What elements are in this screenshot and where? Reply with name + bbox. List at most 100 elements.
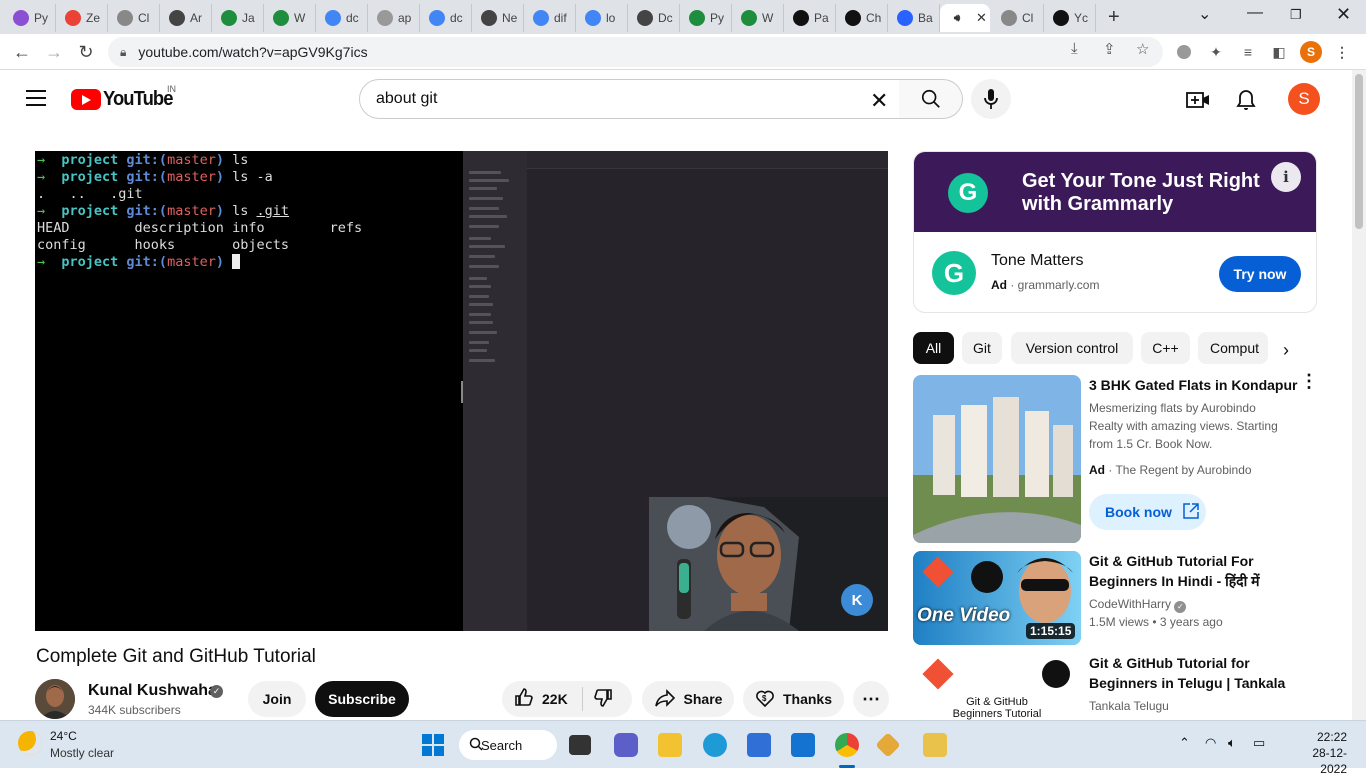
search-input[interactable]: about git bbox=[359, 79, 900, 119]
browser-tab[interactable]: Ja bbox=[212, 4, 264, 32]
create-video-icon[interactable] bbox=[1186, 88, 1210, 112]
close-tab-icon[interactable]: ✕ bbox=[976, 10, 987, 26]
chip-all[interactable]: All bbox=[913, 332, 954, 364]
thumbs-down-icon[interactable] bbox=[593, 688, 613, 711]
like-count[interactable]: 22K bbox=[542, 691, 568, 707]
rec-title[interactable]: 3 BHK Gated Flats in Kondapur bbox=[1089, 375, 1304, 395]
thanks-button[interactable]: $ Thanks bbox=[743, 681, 844, 717]
thumbs-up-icon[interactable] bbox=[514, 687, 534, 712]
browser-tab[interactable]: Yc bbox=[1044, 4, 1096, 32]
browser-tab[interactable]: Ne bbox=[472, 4, 524, 32]
browser-tab[interactable]: Py bbox=[680, 4, 732, 32]
restore-button[interactable]: ❐ bbox=[1290, 7, 1302, 23]
app-icon[interactable] bbox=[875, 732, 901, 758]
rec-thumbnail[interactable]: Git & GitHub Beginners Tutorial bbox=[913, 653, 1081, 720]
ad-banner[interactable]: G Get Your Tone Just Right with Grammarl… bbox=[914, 152, 1316, 232]
try-now-button[interactable]: Try now bbox=[1219, 256, 1301, 292]
chip-cpp[interactable]: C++ bbox=[1141, 332, 1190, 364]
guide-menu-icon[interactable] bbox=[26, 90, 46, 106]
channel-avatar[interactable] bbox=[35, 679, 75, 719]
rec-title[interactable]: Git & GitHub Tutorial for Beginners in T… bbox=[1089, 653, 1289, 693]
youtube-logo[interactable]: YouTube IN bbox=[71, 84, 179, 111]
kebab-menu-icon[interactable]: ⋮ bbox=[1300, 372, 1318, 390]
book-now-button[interactable]: Book now bbox=[1089, 494, 1206, 530]
browser-tab[interactable]: W bbox=[264, 4, 316, 32]
share-icon[interactable]: ⇪ bbox=[1103, 40, 1116, 58]
back-button[interactable]: ← bbox=[10, 40, 34, 64]
rec-channel[interactable]: CodeWithHarry ✓ bbox=[1089, 595, 1187, 613]
browser-tab[interactable]: dif bbox=[524, 4, 576, 32]
browser-menu-icon[interactable]: ⋮ bbox=[1332, 42, 1352, 62]
folder-app-icon[interactable] bbox=[923, 733, 947, 757]
browser-profile-avatar[interactable]: S bbox=[1300, 41, 1322, 63]
browser-tab[interactable]: dc bbox=[316, 4, 368, 32]
mail-icon[interactable] bbox=[791, 733, 815, 757]
taskbar-search[interactable]: Search bbox=[459, 730, 557, 760]
weather-description[interactable]: Mostly clear bbox=[50, 746, 114, 760]
browser-tab[interactable]: Ba bbox=[888, 4, 940, 32]
edge-browser-icon[interactable] bbox=[703, 733, 727, 757]
sidebar-ad-card[interactable]: G Get Your Tone Just Right with Grammarl… bbox=[913, 151, 1317, 313]
rec-channel[interactable]: Tankala Telugu bbox=[1089, 697, 1169, 715]
ad-info-icon[interactable]: i bbox=[1271, 162, 1301, 192]
more-actions-icon[interactable]: ⋯ bbox=[853, 681, 889, 717]
browser-tab[interactable]: Ar bbox=[160, 4, 212, 32]
system-clock[interactable]: 22:22 28-12-2022 bbox=[1300, 729, 1347, 777]
start-windows-icon[interactable] bbox=[421, 733, 445, 757]
volume-icon[interactable]: 🔈︎ bbox=[1228, 735, 1236, 751]
browser-tab[interactable]: ap bbox=[368, 4, 420, 32]
channel-name[interactable]: Kunal Kushwaha bbox=[88, 682, 217, 700]
browser-tab[interactable]: lo bbox=[576, 4, 628, 32]
chip-computer[interactable]: Comput bbox=[1198, 332, 1268, 364]
side-panel-icon[interactable]: ◧ bbox=[1269, 42, 1289, 62]
tab-active[interactable]: 🔊︎ ✕ bbox=[940, 4, 990, 32]
channel-watermark-logo[interactable]: K bbox=[841, 584, 873, 616]
new-tab-button[interactable]: + bbox=[1108, 6, 1120, 29]
rec-thumbnail-ad[interactable] bbox=[913, 375, 1081, 543]
task-view-icon[interactable] bbox=[569, 735, 591, 755]
forward-button[interactable]: → bbox=[42, 40, 66, 64]
install-icon[interactable]: ⤓ bbox=[1071, 40, 1078, 57]
teams-chat-icon[interactable] bbox=[614, 733, 638, 757]
weather-moon-icon[interactable] bbox=[18, 731, 42, 755]
reload-button[interactable]: ↻ bbox=[74, 40, 98, 64]
share-button[interactable]: Share bbox=[642, 681, 734, 717]
video-player[interactable]: → project git:(master) ls → project git:(… bbox=[35, 151, 888, 631]
close-window-button[interactable]: ✕ bbox=[1336, 4, 1351, 25]
file-explorer-icon[interactable] bbox=[658, 733, 682, 757]
voice-search-button[interactable] bbox=[971, 79, 1011, 119]
browser-tab[interactable]: Ze bbox=[56, 4, 108, 32]
subscribe-button[interactable]: Subscribe bbox=[315, 681, 409, 717]
browser-tab[interactable]: Py bbox=[4, 4, 56, 32]
browser-tab[interactable]: W bbox=[732, 4, 784, 32]
scrollbar-thumb[interactable] bbox=[1355, 74, 1363, 229]
browser-tab[interactable]: Cl bbox=[108, 4, 160, 32]
address-bar[interactable]: 🔒︎ youtube.com/watch?v=apGV9Kg7ics bbox=[108, 37, 1163, 67]
notifications-bell-icon[interactable] bbox=[1234, 88, 1258, 112]
chip-git[interactable]: Git bbox=[962, 332, 1002, 364]
browser-tab[interactable]: Ch bbox=[836, 4, 888, 32]
show-hidden-icons-icon[interactable]: ⌃ bbox=[1179, 735, 1190, 751]
weather-temperature[interactable]: 24°C bbox=[50, 729, 77, 743]
battery-icon[interactable]: ▭ bbox=[1253, 735, 1265, 751]
microsoft-store-icon[interactable] bbox=[747, 733, 771, 757]
reading-list-icon[interactable]: ≡ bbox=[1238, 42, 1258, 62]
grammarly-extension-icon[interactable] bbox=[1174, 42, 1194, 62]
join-button[interactable]: Join bbox=[248, 681, 306, 717]
chevron-right-icon[interactable]: › bbox=[1283, 340, 1289, 361]
chrome-icon[interactable] bbox=[835, 733, 859, 757]
tab-search-icon[interactable]: ⌄ bbox=[1198, 4, 1211, 24]
account-avatar[interactable]: S bbox=[1288, 83, 1320, 115]
bookmark-star-icon[interactable]: ☆ bbox=[1136, 40, 1149, 58]
extensions-puzzle-icon[interactable]: ✦ bbox=[1206, 42, 1226, 62]
rec-thumbnail[interactable]: One Video 1:15:15 bbox=[913, 551, 1081, 645]
wifi-icon[interactable]: ◠ bbox=[1205, 735, 1216, 751]
minimize-button[interactable]: — bbox=[1247, 4, 1263, 22]
browser-tab[interactable]: Cl bbox=[992, 4, 1044, 32]
chip-version-control[interactable]: Version control bbox=[1011, 332, 1133, 364]
search-button[interactable] bbox=[899, 79, 963, 119]
rec-title[interactable]: Git & GitHub Tutorial For Beginners In H… bbox=[1089, 551, 1289, 591]
clear-search-icon[interactable]: ✕ bbox=[870, 88, 888, 114]
browser-tab[interactable]: Dc bbox=[628, 4, 680, 32]
browser-tab[interactable]: dc bbox=[420, 4, 472, 32]
